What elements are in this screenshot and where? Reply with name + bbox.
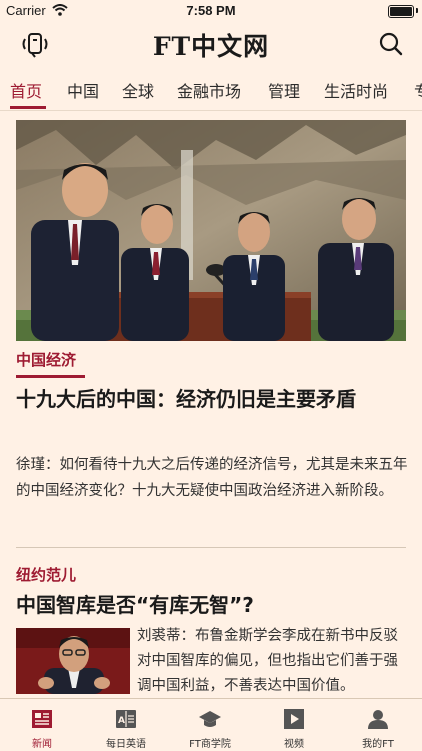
tab-management[interactable]: 管理 (268, 78, 300, 102)
tab-bar-profile[interactable]: 我的FT (336, 699, 420, 751)
tab-bar-label-english: 每日英语 (106, 739, 146, 750)
lead-article-tag[interactable]: 中国经济 (16, 349, 76, 370)
tab-bar-label-profile: 我的FT (362, 739, 394, 750)
lead-article-image[interactable] (16, 120, 406, 341)
profile-icon (368, 710, 388, 729)
tab-bar-label-video: 视频 (284, 739, 304, 750)
second-article-headline[interactable]: 中国智库是否“有库无智”? (16, 591, 408, 619)
svg-text:A: A (118, 716, 125, 726)
tab-bar-label-academy: FT商学院 (189, 739, 231, 750)
tab-bar-video[interactable]: 视频 (252, 699, 336, 751)
status-bar: Carrier 7:58 PM (0, 0, 422, 22)
app-logo: FT中文网 (152, 32, 270, 61)
search-button[interactable] (378, 31, 404, 57)
academy-icon (199, 711, 221, 727)
news-icon (32, 710, 52, 728)
nav-divider (0, 110, 422, 111)
tab-global[interactable]: 全球 (122, 78, 154, 102)
clock: 7:58 PM (186, 3, 236, 18)
tab-markets[interactable]: 金融市场 (177, 78, 241, 102)
lead-article-summary[interactable]: 徐瑾：如何看待十九大之后传递的经济信号，尤其是未来五年的中国经济变化？十九大无疑… (16, 453, 408, 504)
second-article-thumbnail[interactable] (16, 628, 130, 694)
tab-china[interactable]: 中国 (67, 78, 99, 102)
search-icon (379, 32, 403, 56)
article-divider (16, 547, 406, 548)
second-article-tag[interactable]: 纽约范儿 (16, 564, 76, 585)
lead-article-headline[interactable]: 十九大后的中国：经济仍旧是主要矛盾 (16, 385, 408, 414)
tab-lifestyle[interactable]: 生活时尚 (324, 78, 388, 102)
video-icon (284, 709, 304, 729)
lead-tag-underline (16, 375, 85, 378)
bottom-tab-bar: 新闻 A 每日英语 FT商学院 视频 我的FT (0, 698, 422, 751)
tab-bar-english[interactable]: A 每日英语 (84, 699, 168, 751)
tab-more-partial[interactable]: 专 (414, 78, 422, 102)
app-header: FT中文网 (0, 22, 422, 66)
active-tab-indicator (10, 106, 46, 109)
english-icon: A (116, 710, 136, 728)
tab-bar-news[interactable]: 新闻 (0, 699, 84, 751)
battery-icon (388, 5, 414, 18)
tab-bar-academy[interactable]: FT商学院 (168, 699, 252, 751)
battery-tip (416, 8, 418, 13)
tab-home[interactable]: 首页 (10, 78, 42, 102)
tab-bar-label-news: 新闻 (32, 739, 52, 750)
second-article-summary[interactable]: 刘裘蒂：布鲁金斯学会李成在新书中反驳对中国智库的偏见，但也指出它们善于强调中国利… (137, 624, 409, 699)
channel-nav: 首页 中国 全球 金融市场 管理 生活时尚 专 (0, 66, 422, 110)
